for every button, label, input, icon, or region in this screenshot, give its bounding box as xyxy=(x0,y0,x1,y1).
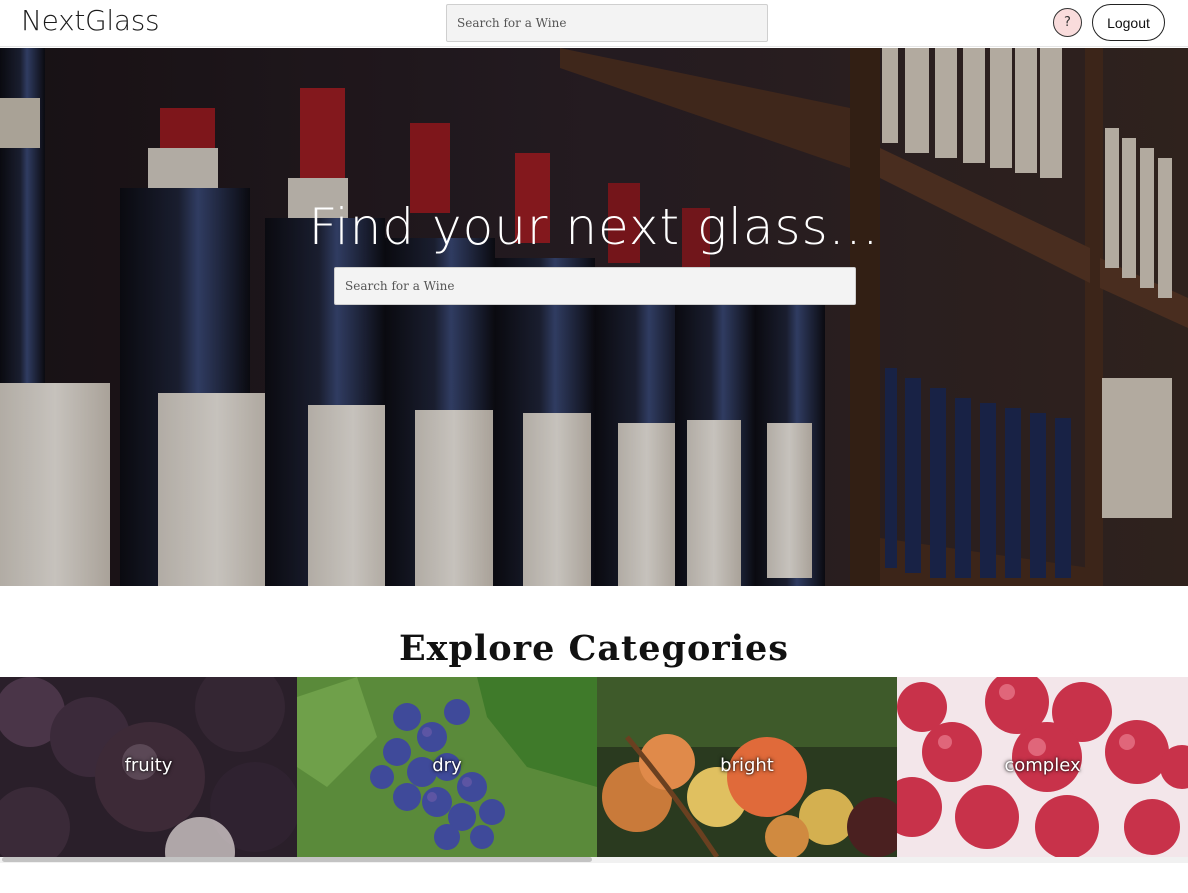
category-card-dry[interactable]: dry xyxy=(297,677,597,857)
nav-search-input[interactable] xyxy=(446,4,768,42)
category-label: bright xyxy=(720,755,774,776)
help-button[interactable]: ? xyxy=(1053,8,1082,37)
scrollbar-thumb[interactable] xyxy=(2,857,592,862)
hero-banner: Find your next glass... xyxy=(0,48,1188,586)
hero-search-input[interactable] xyxy=(334,267,856,305)
navbar: NextGlass ? Logout xyxy=(0,0,1188,47)
category-label: fruity xyxy=(124,755,173,776)
category-card-fruity[interactable]: fruity xyxy=(0,677,297,857)
hero-title-text: Find your next glass... xyxy=(308,198,880,256)
logout-button[interactable]: Logout xyxy=(1092,4,1165,41)
brand-logo[interactable]: NextGlass xyxy=(21,4,160,37)
hero-title: Find your next glass... xyxy=(0,198,1188,256)
category-carousel: fruity dry bright complex xyxy=(0,677,1188,857)
category-label: complex xyxy=(1004,755,1081,776)
category-label: dry xyxy=(432,755,462,776)
explore-categories-heading: Explore Categories xyxy=(398,628,790,669)
category-card-bright[interactable]: bright xyxy=(597,677,897,857)
horizontal-scrollbar[interactable] xyxy=(0,857,1188,863)
category-card-complex[interactable]: complex xyxy=(897,677,1188,857)
hero-dim-overlay xyxy=(0,48,1188,586)
